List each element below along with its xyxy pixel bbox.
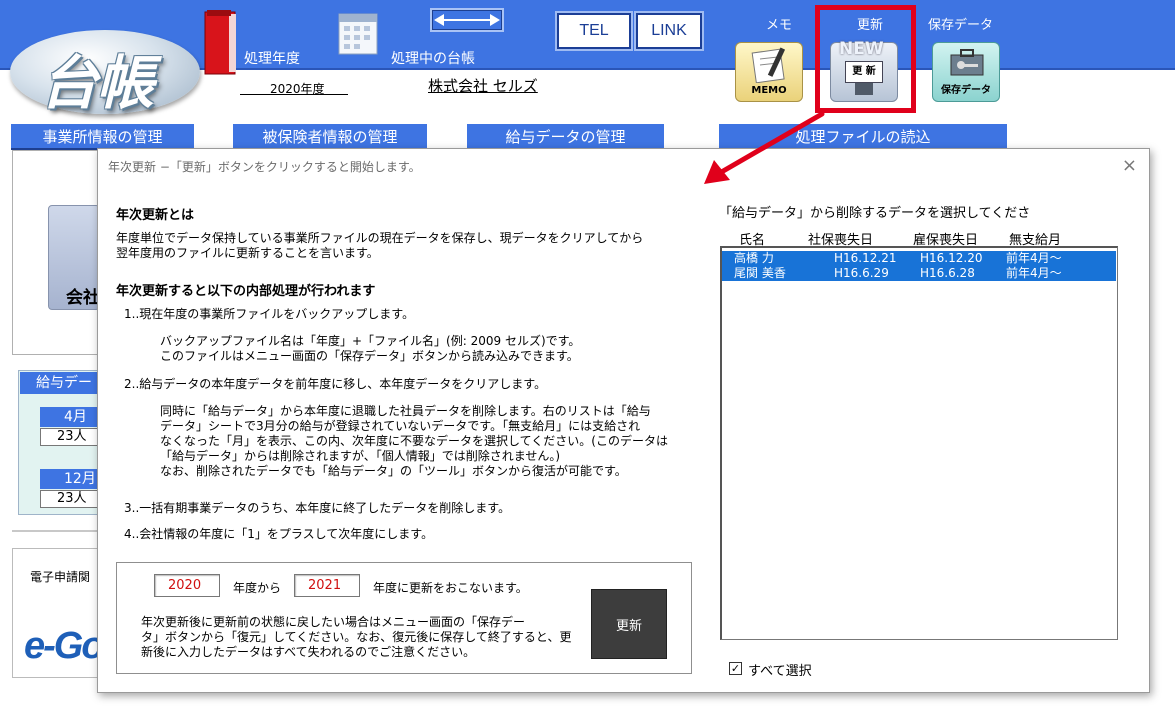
calendar-icon[interactable] [335,10,381,58]
step2-text: 2..給与データの本年度データを前年度に移し、本年度データをクリアします。 [124,377,547,391]
to-year-field[interactable]: 2021 [294,574,360,597]
egov-title: 電子申請関 [30,570,91,584]
memo-icon-text: MEMO [751,85,787,96]
list-caption: 「給与データ」から削除するデータを選択してくださ [719,206,1031,221]
memo-pencil-icon [751,47,786,83]
update-highlight-frame [815,5,916,113]
restore-note: 年次更新後に更新前の状態に戻したい場合はメニュー画面の「保存デー タ」ボタンから… [141,615,572,659]
list-item-name: 高橋 力 [734,251,774,265]
dialog-title: 年次更新 −「更新」ボタンをクリックすると開始します。 [108,160,421,174]
saved-data-label: 保存データ [928,18,994,33]
left-divider [12,530,102,532]
close-icon[interactable]: × [1122,155,1137,176]
section2-heading: 年次更新すると以下の内部処理が行われます [116,284,376,299]
tab-insured-info[interactable]: 被保険者情報の管理 [233,124,427,150]
count-box-1: 23人 [40,428,100,446]
company-name: 株式会社 セルズ [428,77,538,95]
update-settings-box: 2020 年度から 2021 年度に更新をおこないます。 年次更新後に更新前の状… [116,562,692,674]
list-item-shaho: H16.12.21 [834,251,897,265]
list-item[interactable]: 高橋 力 H16.12.21 H16.12.20 前年4月〜 [722,251,1116,266]
salary-panel-head: 給与デー [20,372,100,394]
app-logo: 台帳 [10,30,200,117]
list-item-month: 前年4月〜 [1006,266,1062,280]
section1-heading: 年次更新とは [116,208,195,223]
annual-update-dialog: 年次更新 −「更新」ボタンをクリックすると開始します。 × 年次更新とは 年度単… [97,148,1150,693]
step3-text: 3..一括有期事業データのうち、本年度に終了したデータを削除します。 [124,501,511,515]
memo-button[interactable]: MEMO [735,42,803,102]
month-box-2[interactable]: 12月 [40,469,100,489]
list-item-shaho: H16.6.29 [834,266,889,280]
memo-label: メモ [766,18,793,33]
count-box-2: 23人 [40,490,100,508]
logo-text: 台帳 [40,49,154,117]
list-item-name: 尾関 美香 [734,266,786,280]
saved-data-button[interactable]: 保存データ [932,42,1000,102]
briefcase-key-icon [950,49,984,76]
tab-office-info[interactable]: 事業所情報の管理 [11,124,194,150]
fiscal-year-value: 2020年度 [270,82,325,96]
step4-text: 4..会社情報の年度に「1」をプラスして次年度にします。 [124,527,434,541]
ledger-label: 処理中の台帳 [391,51,475,67]
list-item[interactable]: 尾関 美香 H16.6.29 H16.6.28 前年4月〜 [722,266,1116,281]
saved-icon-text: 保存データ [941,85,991,96]
company-button-label: 会社 [66,288,100,308]
step1-detail: バックアップファイル名は「年度」+「ファイル名」(例: 2009 セルズ)です。… [160,334,581,363]
step1-text: 1..現在年度の事業所ファイルをバックアップします。 [124,307,415,321]
step2-detail: 同時に「給与データ」から本年度に退職した社員データを削除します。右のリストは「給… [160,404,668,478]
to-year-suffix: 年度に更新をおこないます。 [373,581,528,595]
link-button[interactable]: LINK [636,13,702,49]
annotation-arrow-icon [704,111,825,184]
list-item-month: 前年4月〜 [1006,251,1062,265]
tab-salary-data[interactable]: 給与データの管理 [467,124,664,150]
list-item-koho: H16.6.28 [920,266,975,280]
swap-arrow-button[interactable] [430,8,504,32]
update-execute-button[interactable]: 更新 [591,589,667,659]
deletion-listbox[interactable]: 高橋 力 H16.12.21 H16.12.20 前年4月〜 尾関 美香 H16… [720,246,1118,640]
from-year-field[interactable]: 2020 [154,574,220,597]
fiscal-year-label: 処理年度 [244,51,300,67]
section1-body: 年度単位でデータ保持している事業所ファイルの現在データを保存し、現データをクリア… [116,231,644,260]
tel-button[interactable]: TEL [557,13,631,49]
select-all-checkbox[interactable]: ✓ [729,662,742,675]
list-item-koho: H16.12.20 [920,251,983,265]
from-year-suffix: 年度から [233,581,282,595]
select-all-label: すべて選択 [748,664,812,679]
month-box-1[interactable]: 4月 [40,407,100,427]
double-arrow-icon [434,14,500,26]
ledger-book-icon[interactable] [203,8,239,76]
